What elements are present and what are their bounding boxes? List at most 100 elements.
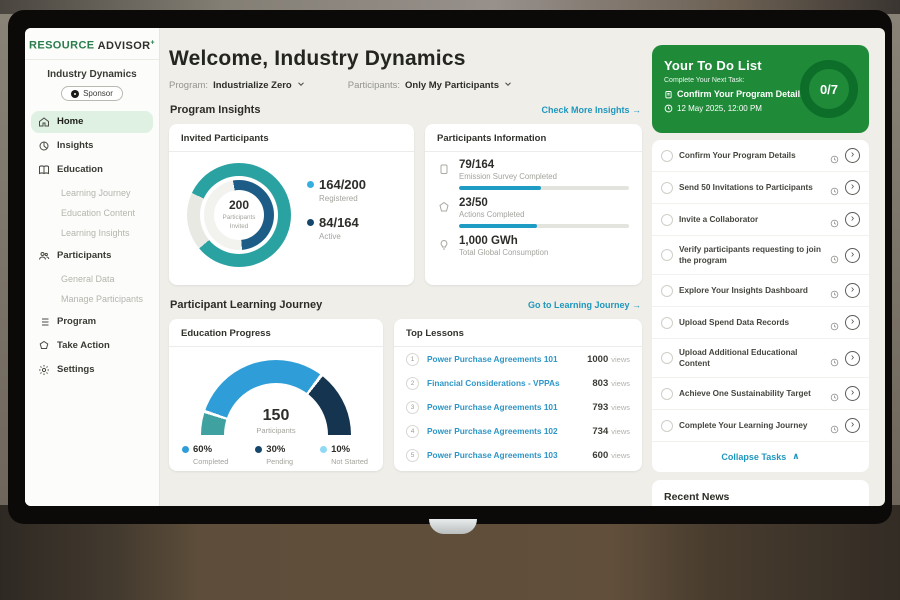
sidebar-item-label: Education <box>57 164 103 175</box>
legend-dot <box>307 219 314 226</box>
sidebar-item-education[interactable]: Education <box>31 159 153 181</box>
info-row-actions: 23/50 Actions Completed <box>438 197 629 228</box>
task-checkbox[interactable] <box>661 214 673 226</box>
task-checkbox[interactable] <box>661 317 673 329</box>
check-more-insights-link[interactable]: Check More Insights → <box>541 105 641 115</box>
task-row[interactable]: Upload Spend Data Records › <box>652 307 869 339</box>
lesson-row: 1 Power Purchase Agreements 101 1000view… <box>394 347 642 371</box>
legend-registered: 164/200 Registered <box>307 177 366 203</box>
sidebar-item-take-action[interactable]: Take Action <box>31 335 153 357</box>
chevron-up-icon: ∧ <box>792 451 799 462</box>
todo-due-date: 12 May 2025, 12:00 PM <box>677 104 762 113</box>
sidebar-item-general-data[interactable]: General Data <box>31 269 153 289</box>
task-checkbox[interactable] <box>661 182 673 194</box>
task-row[interactable]: Achieve One Sustainability Target › <box>652 378 869 410</box>
task-row[interactable]: Invite a Collaborator › <box>652 204 869 236</box>
task-row[interactable]: Complete Your Learning Journey › <box>652 410 869 442</box>
sidebar: RESOURCE ADVISOR+ Industry Dynamics Spon… <box>25 28 160 506</box>
filter-bar: Program:Industrialize Zero Participants:… <box>169 79 642 91</box>
task-open-button[interactable]: › <box>845 315 860 330</box>
task-open-button[interactable]: › <box>845 386 860 401</box>
invited-donut-chart: 200 Participants Invited <box>187 163 291 267</box>
gear-icon <box>38 364 50 376</box>
todo-task-list: Confirm Your Program Details › Send 50 I… <box>652 140 869 472</box>
lesson-row: 4 Power Purchase Agreements 102 734views <box>394 419 642 443</box>
legend-pending: 30% Pending <box>255 444 293 466</box>
task-checkbox[interactable] <box>661 388 673 400</box>
task-checkbox[interactable] <box>661 285 673 297</box>
todo-hero-card: Your To Do List Complete Your Next Task:… <box>652 45 869 133</box>
task-row[interactable]: Explore Your Insights Dashboard › <box>652 275 869 307</box>
task-row[interactable]: Upload Additional Educational Content › <box>652 339 869 378</box>
sponsor-badge[interactable]: Sponsor <box>61 86 123 101</box>
sidebar-item-learning-journey[interactable]: Learning Journey <box>31 183 153 203</box>
task-open-button[interactable]: › <box>845 248 860 263</box>
sidebar-item-label: Home <box>57 116 83 127</box>
card-title: Top Lessons <box>394 319 642 347</box>
sidebar-item-insights[interactable]: Insights <box>31 135 153 157</box>
legend-completed: 60% Completed <box>182 444 228 466</box>
sidebar-item-home[interactable]: Home <box>31 111 153 133</box>
sidebar-item-participants[interactable]: Participants <box>31 245 153 267</box>
task-open-button[interactable]: › <box>845 212 860 227</box>
clock-icon <box>830 215 839 224</box>
task-open-button[interactable]: › <box>845 351 860 366</box>
todo-counter: 0/7 <box>820 82 838 97</box>
participants-filter[interactable]: Participants:Only My Participants <box>348 79 513 91</box>
task-checkbox[interactable] <box>661 420 673 432</box>
brand-plus: + <box>151 39 156 46</box>
sidebar-divider <box>25 59 159 60</box>
sidebar-item-label: Program <box>57 316 96 327</box>
lesson-link[interactable]: Financial Considerations - VPPAs <box>427 378 592 388</box>
lesson-link[interactable]: Power Purchase Agreements 101 <box>427 354 587 364</box>
participants-filter-value: Only My Participants <box>405 80 499 91</box>
sidebar-item-label: Participants <box>57 250 111 261</box>
go-to-learning-journey-link[interactable]: Go to Learning Journey → <box>528 300 641 310</box>
home-icon <box>38 116 50 128</box>
chevron-right-icon: › <box>851 388 854 398</box>
lesson-row: 2 Financial Considerations - VPPAs 803vi… <box>394 371 642 395</box>
chevron-right-icon: › <box>851 317 854 327</box>
lesson-rank: 4 <box>406 425 419 438</box>
sidebar-item-education-content[interactable]: Education Content <box>31 203 153 223</box>
clock-icon <box>830 286 839 295</box>
task-checkbox[interactable] <box>661 150 673 162</box>
task-checkbox[interactable] <box>661 352 673 364</box>
survey-icon <box>438 162 450 176</box>
lesson-link[interactable]: Power Purchase Agreements 103 <box>427 450 592 460</box>
task-open-button[interactable]: › <box>845 180 860 195</box>
donut-center-label: Participants Invited <box>217 214 261 232</box>
actions-icon <box>438 200 450 214</box>
sponsor-icon <box>71 90 79 98</box>
task-checkbox[interactable] <box>661 249 673 261</box>
task-row[interactable]: Send 50 Invitations to Participants › <box>652 172 869 204</box>
info-row-consumption: 1,000 GWh Total Global Consumption <box>438 235 629 257</box>
clock-icon <box>664 104 673 113</box>
education-progress-card: Education Progress 150 Participants 60% … <box>169 319 383 471</box>
sidebar-item-manage-participants[interactable]: Manage Participants <box>31 289 153 309</box>
task-row[interactable]: Confirm Your Program Details › <box>652 140 869 172</box>
task-row[interactable]: Verify participants requesting to join t… <box>652 236 869 275</box>
card-title: Education Progress <box>169 319 383 347</box>
chevron-right-icon: › <box>851 182 854 192</box>
task-open-button[interactable]: › <box>845 418 860 433</box>
sidebar-item-label: Settings <box>57 364 94 375</box>
sidebar-item-program[interactable]: Program <box>31 311 153 333</box>
lesson-link[interactable]: Power Purchase Agreements 101 <box>427 402 592 412</box>
todo-column: Your To Do List Complete Your Next Task:… <box>652 38 869 506</box>
chevron-down-icon <box>503 79 513 89</box>
program-filter[interactable]: Program:Industrialize Zero <box>169 79 306 91</box>
task-open-button[interactable]: › <box>845 283 860 298</box>
education-gauge-chart: 150 Participants <box>201 360 351 435</box>
list-icon <box>38 316 50 328</box>
clock-icon <box>830 318 839 327</box>
lesson-link[interactable]: Power Purchase Agreements 102 <box>427 426 592 436</box>
legend-active: 84/164 Active <box>307 215 366 241</box>
section-title-learning-journey: Participant Learning Journey <box>170 299 322 311</box>
sidebar-item-learning-insights[interactable]: Learning Insights <box>31 223 153 243</box>
sponsor-badge-label: Sponsor <box>83 89 113 98</box>
sidebar-item-settings[interactable]: Settings <box>31 359 153 381</box>
collapse-tasks-link[interactable]: Collapse Tasks∧ <box>652 442 869 472</box>
program-filter-label: Program: <box>169 80 208 91</box>
task-open-button[interactable]: › <box>845 148 860 163</box>
